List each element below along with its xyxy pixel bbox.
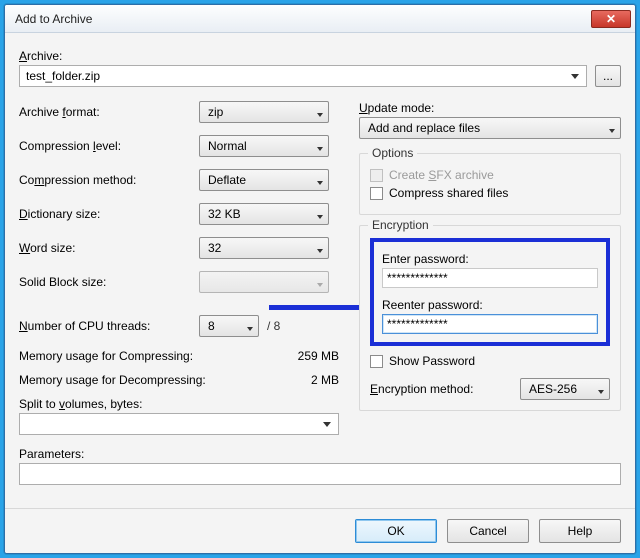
create-sfx-checkbox	[370, 169, 383, 182]
compression-level-label: Compression level:	[19, 139, 199, 153]
annotation-arrow	[19, 303, 339, 313]
encryption-highlight: Enter password: ************* Reenter pa…	[370, 238, 610, 346]
close-icon: ✕	[606, 12, 616, 26]
compression-method-label: Compression method:	[19, 173, 199, 187]
enter-password-input[interactable]: *************	[382, 268, 598, 288]
word-size-select[interactable]: 32	[199, 237, 329, 259]
dictionary-size-select[interactable]: 32 KB	[199, 203, 329, 225]
titlebar: Add to Archive ✕	[5, 5, 635, 33]
ok-button[interactable]: OK	[355, 519, 437, 543]
window-title: Add to Archive	[9, 12, 591, 26]
compression-level-select[interactable]: Normal	[199, 135, 329, 157]
enter-password-label: Enter password:	[382, 252, 598, 266]
close-button[interactable]: ✕	[591, 10, 631, 28]
archive-format-label: Archive format:	[19, 105, 199, 119]
chevron-down-icon	[317, 242, 323, 256]
left-column: Archive format: zip Compression level: N…	[19, 101, 339, 435]
chevron-down-icon	[317, 174, 323, 188]
chevron-down-icon	[609, 122, 615, 136]
update-mode-label: Update mode:	[359, 101, 621, 115]
parameters-label: Parameters:	[19, 447, 621, 461]
encryption-group-title: Encryption	[368, 218, 433, 232]
options-group-title: Options	[368, 146, 417, 160]
memory-compress-label: Memory usage for Compressing:	[19, 349, 279, 363]
reenter-password-label: Reenter password:	[382, 298, 598, 312]
solid-block-size-label: Solid Block size:	[19, 275, 199, 289]
chevron-down-icon[interactable]	[566, 67, 584, 85]
cpu-threads-total: / 8	[267, 319, 280, 333]
word-size-label: Word size:	[19, 241, 199, 255]
split-volumes-input[interactable]	[19, 413, 339, 435]
create-sfx-label: Create SFX archive	[389, 168, 494, 182]
compression-method-select[interactable]: Deflate	[199, 169, 329, 191]
compress-shared-checkbox[interactable]	[370, 187, 383, 200]
chevron-down-icon	[317, 276, 323, 290]
encryption-method-label: Encryption method:	[370, 382, 508, 396]
dictionary-size-label: Dictionary size:	[19, 207, 199, 221]
reenter-password-input[interactable]: *************	[382, 314, 598, 334]
cancel-button[interactable]: Cancel	[447, 519, 529, 543]
chevron-down-icon	[317, 140, 323, 154]
encryption-method-select[interactable]: AES-256	[520, 378, 610, 400]
help-button[interactable]: Help	[539, 519, 621, 543]
parameters-input[interactable]	[19, 463, 621, 485]
archive-path-input[interactable]: test_folder.zip	[19, 65, 587, 87]
archive-label: Archive:	[19, 49, 621, 63]
chevron-down-icon[interactable]	[318, 415, 336, 433]
chevron-down-icon	[317, 208, 323, 222]
cpu-threads-label: Number of CPU threads:	[19, 319, 199, 333]
split-volumes-label: Split to volumes, bytes:	[19, 397, 339, 411]
chevron-down-icon	[247, 320, 253, 334]
chevron-down-icon	[598, 383, 604, 397]
compress-shared-label: Compress shared files	[389, 186, 508, 200]
right-column: Update mode: Add and replace files Optio…	[359, 101, 621, 435]
archive-format-select[interactable]: zip	[199, 101, 329, 123]
update-mode-select[interactable]: Add and replace files	[359, 117, 621, 139]
solid-block-size-select	[199, 271, 329, 293]
memory-compress-value: 259 MB	[279, 349, 339, 363]
content-area: Archive: test_folder.zip ... Archive for…	[5, 33, 635, 508]
memory-decompress-label: Memory usage for Decompressing:	[19, 373, 279, 387]
footer: OK Cancel Help	[5, 508, 635, 553]
chevron-down-icon	[317, 106, 323, 120]
show-password-label: Show Password	[389, 354, 475, 368]
show-password-checkbox[interactable]	[370, 355, 383, 368]
memory-decompress-value: 2 MB	[279, 373, 339, 387]
cpu-threads-select[interactable]: 8	[199, 315, 259, 337]
browse-button[interactable]: ...	[595, 65, 621, 87]
dialog-window: Add to Archive ✕ Archive: test_folder.zi…	[4, 4, 636, 554]
